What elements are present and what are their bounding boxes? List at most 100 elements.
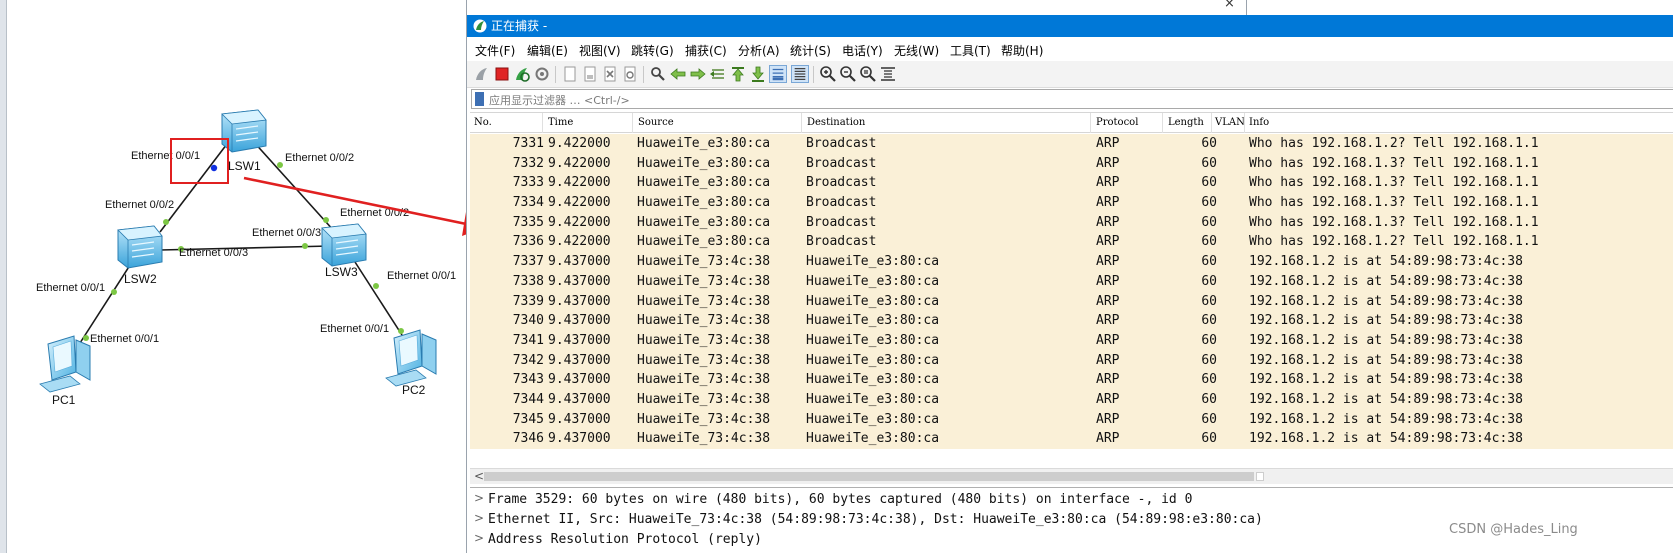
- packet-row[interactable]: 7344 9.437000 HuaweiTe_73:4c:38 HuaweiTe_e3…: [470, 389, 1673, 410]
- packet-cell-time: 9.422000: [548, 136, 611, 151]
- packet-list[interactable]: No. Time Source Destination Protocol Len…: [470, 112, 1673, 468]
- packet-cell-protocol: ARP: [1096, 431, 1120, 447]
- close-icon[interactable]: ×: [1224, 0, 1235, 11]
- horizontal-scrollbar[interactable]: <: [470, 468, 1673, 484]
- display-filter-input[interactable]: 应用显示过滤器 … <Ctrl-/>: [471, 89, 1673, 109]
- packet-row[interactable]: 7337 9.437000 HuaweiTe_73:4c:38 HuaweiTe_e3…: [470, 252, 1673, 272]
- switch-icon[interactable]: [321, 223, 367, 267]
- column-divider[interactable]: [632, 113, 633, 133]
- capture-port-dot[interactable]: [210, 164, 218, 172]
- expand-chevron-icon[interactable]: >: [474, 531, 484, 545]
- packet-row[interactable]: 7331 9.422000 HuaweiTe_e3:80:ca Broadcast AR…: [470, 134, 1673, 154]
- find-packet-icon[interactable]: [649, 65, 667, 83]
- menu-view[interactable]: 视图(V): [579, 42, 621, 59]
- zoom-normal-icon[interactable]: [859, 65, 877, 83]
- packet-row[interactable]: 7334 9.422000 HuaweiTe_e3:80:ca Broadcast AR…: [470, 193, 1673, 213]
- restart-capture-icon[interactable]: [513, 65, 531, 83]
- column-header-vlan[interactable]: VLAN: [1215, 117, 1245, 133]
- packet-cell-info: Who has 192.168.1.3? Tell 192.168.1.1: [1249, 214, 1539, 230]
- packet-row[interactable]: 7335 9.422000 HuaweiTe_e3:80:ca Broadcast AR…: [470, 212, 1673, 233]
- packet-cell-no: 7343: [512, 372, 544, 388]
- packet-cell-protocol: ARP: [1096, 273, 1120, 289]
- go-first-icon[interactable]: [729, 65, 747, 83]
- switch-icon[interactable]: [117, 225, 163, 269]
- packet-cell-destination: HuaweiTe_e3:80:ca: [806, 352, 940, 368]
- packet-row[interactable]: 7341 9.437000 HuaweiTe_73:4c:38 HuaweiTe_e3…: [470, 330, 1673, 351]
- packet-row[interactable]: 7342 9.437000 HuaweiTe_73:4c:38 HuaweiTe_e3…: [470, 350, 1673, 371]
- expand-chevron-icon[interactable]: >: [474, 511, 484, 525]
- open-file-icon[interactable]: [561, 65, 579, 83]
- menu-go[interactable]: 跳转(G): [631, 42, 674, 59]
- packet-cell-no: 7344: [512, 391, 544, 407]
- bookmark-icon[interactable]: [475, 92, 484, 106]
- menu-wireless[interactable]: 无线(W): [894, 42, 939, 59]
- column-divider[interactable]: [542, 113, 543, 133]
- zoom-in-icon[interactable]: [819, 65, 837, 83]
- packet-cell-info: Who has 192.168.1.3? Tell 192.168.1.1: [1249, 155, 1539, 171]
- packet-cell-length: 60: [1201, 214, 1217, 230]
- shark-fin-start-icon[interactable]: [473, 65, 491, 83]
- menu-help[interactable]: 帮助(H): [1001, 42, 1043, 59]
- close-file-icon[interactable]: [601, 65, 619, 83]
- column-divider[interactable]: [1162, 113, 1163, 133]
- device-label-pc2: PC2: [402, 383, 426, 397]
- packet-row[interactable]: 7339 9.437000 HuaweiTe_73:4c:38 HuaweiTe_e3…: [470, 291, 1673, 312]
- capture-options-gear-icon[interactable]: [533, 65, 551, 83]
- packet-row[interactable]: 7343 9.437000 HuaweiTe_73:4c:38 HuaweiTe_e3…: [470, 370, 1673, 390]
- packet-row[interactable]: 7338 9.437000 HuaweiTe_73:4c:38 HuaweiTe_e3…: [470, 271, 1673, 292]
- go-last-icon[interactable]: [749, 65, 767, 83]
- column-header-time[interactable]: Time: [548, 117, 573, 133]
- go-forward-icon[interactable]: [689, 65, 707, 83]
- menu-analyze[interactable]: 分析(A): [738, 42, 780, 59]
- column-header-destination[interactable]: Destination: [807, 117, 865, 133]
- column-divider[interactable]: [801, 113, 802, 133]
- packet-row[interactable]: 7336 9.422000 HuaweiTe_e3:80:ca Broadcast AR…: [470, 232, 1673, 253]
- colorize-icon[interactable]: [791, 65, 809, 83]
- packet-row[interactable]: 7332 9.422000 HuaweiTe_e3:80:ca Broadcast AR…: [470, 153, 1673, 174]
- packet-row[interactable]: 7345 9.437000 HuaweiTe_73:4c:38 HuaweiTe_e3…: [470, 409, 1673, 430]
- packet-cell-destination: HuaweiTe_e3:80:ca: [806, 431, 940, 447]
- packet-details[interactable]: > Frame 3529: 60 bytes on wire (480 bits…: [470, 487, 1673, 553]
- packet-cell-destination: HuaweiTe_e3:80:ca: [806, 254, 940, 270]
- display-filter-placeholder: 应用显示过滤器 … <Ctrl-/>: [489, 94, 630, 107]
- packet-cell-length: 60: [1201, 195, 1217, 211]
- toolbar-divider: [555, 66, 556, 83]
- column-header-no[interactable]: No.: [474, 117, 492, 133]
- column-header-length[interactable]: Length: [1168, 117, 1204, 133]
- main-toolbar: [467, 61, 1673, 88]
- packet-cell-no: 7339: [512, 293, 544, 309]
- pc-icon[interactable]: [39, 335, 91, 393]
- packet-cell-no: 7336: [512, 234, 544, 250]
- packet-cell-length: 60: [1201, 332, 1217, 348]
- zoom-out-icon[interactable]: [839, 65, 857, 83]
- menu-edit[interactable]: 编辑(E): [527, 42, 568, 59]
- column-header-source[interactable]: Source: [638, 117, 674, 133]
- save-file-icon[interactable]: [581, 65, 599, 83]
- packet-row[interactable]: 7333 9.422000 HuaweiTe_e3:80:ca Broadcast AR…: [470, 173, 1673, 194]
- menu-capture[interactable]: 捕获(C): [685, 42, 727, 59]
- column-divider[interactable]: [1244, 113, 1245, 133]
- go-to-packet-icon[interactable]: [709, 65, 727, 83]
- scroll-left-icon[interactable]: <: [474, 469, 484, 483]
- column-header-info[interactable]: Info: [1249, 117, 1269, 133]
- column-header-protocol[interactable]: Protocol: [1096, 117, 1138, 133]
- menu-tools[interactable]: 工具(T): [950, 42, 991, 59]
- reload-file-icon[interactable]: [621, 65, 639, 83]
- menu-statistics[interactable]: 统计(S): [790, 42, 831, 59]
- resize-columns-icon[interactable]: [879, 65, 897, 83]
- packet-row[interactable]: 7346 9.437000 HuaweiTe_73:4c:38 HuaweiTe_e3…: [470, 429, 1673, 449]
- packet-row[interactable]: 7340 9.437000 HuaweiTe_73:4c:38 HuaweiTe_e3…: [470, 311, 1673, 331]
- column-divider[interactable]: [1211, 113, 1212, 133]
- go-back-icon[interactable]: [669, 65, 687, 83]
- expand-chevron-icon[interactable]: >: [474, 491, 484, 505]
- autoscroll-icon[interactable]: [769, 65, 787, 83]
- column-divider[interactable]: [1090, 113, 1091, 133]
- pc-icon[interactable]: [385, 329, 437, 387]
- scrollbar-thumb[interactable]: [484, 472, 1254, 481]
- menu-file[interactable]: 文件(F): [475, 42, 515, 59]
- detail-row-frame[interactable]: > Frame 3529: 60 bytes on wire (480 bits…: [470, 490, 1673, 510]
- topology-pane: LSW1 LSW2 LSW3 PC1 PC2 Ethernet 0/0/1 Et…: [0, 0, 466, 553]
- stop-square-icon[interactable]: [493, 65, 511, 83]
- menu-telephony[interactable]: 电话(Y): [842, 42, 883, 59]
- packet-cell-source: HuaweiTe_e3:80:ca: [637, 136, 771, 151]
